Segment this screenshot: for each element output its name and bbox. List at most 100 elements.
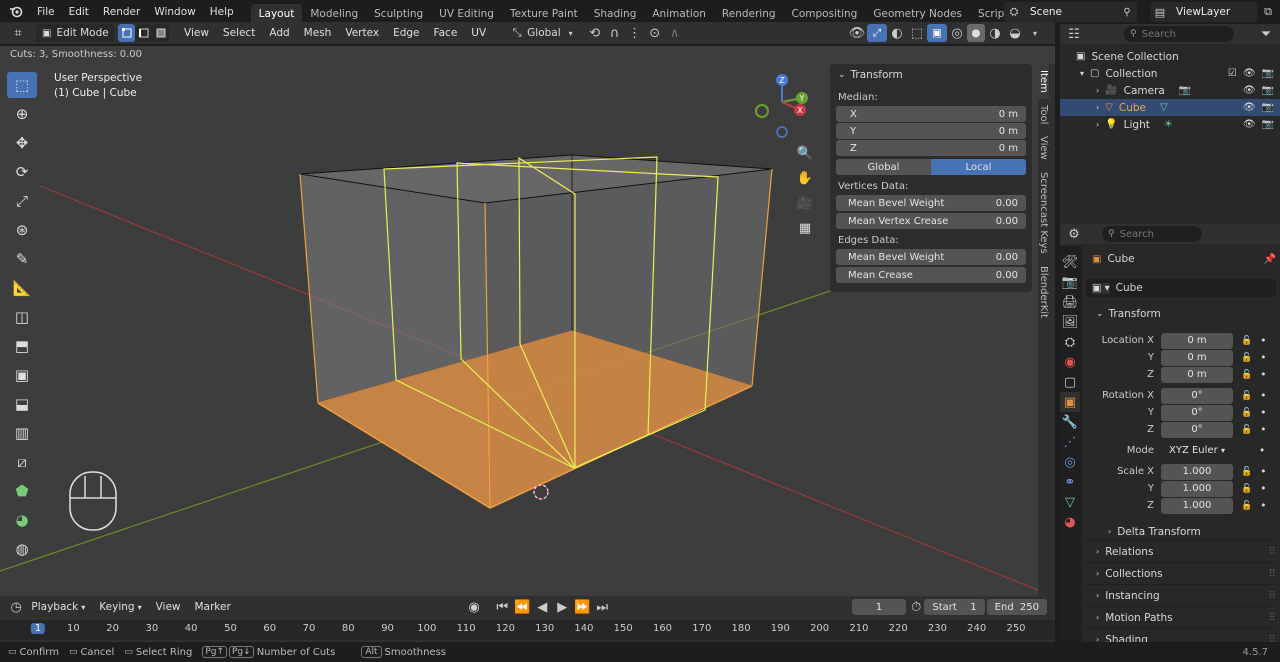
timeline-editor-icon[interactable]: ◷ (8, 597, 24, 617)
location-y-field[interactable]: 0 m (1161, 349, 1233, 366)
lock-icon[interactable]: 🔓 (1241, 336, 1252, 346)
median-z-field[interactable]: Z0 m (836, 140, 1026, 156)
median-x-field[interactable]: X0 m (836, 106, 1026, 122)
lock-icon[interactable]: 🔓 (1241, 353, 1252, 363)
outliner-search[interactable]: ⚲ Search (1124, 26, 1234, 42)
pin-icon[interactable]: 📌 (1264, 254, 1276, 265)
scale-z-field[interactable]: 1.000 (1161, 497, 1233, 514)
orientation-selector[interactable]: ⤡ Global ▾ (507, 23, 581, 43)
properties-search[interactable]: ⚲ Search (1102, 226, 1202, 242)
tab-shading[interactable]: Shading (586, 4, 645, 24)
eye-icon[interactable]: 👁 (1243, 102, 1256, 113)
jump-start-icon[interactable]: ⏮ (492, 597, 512, 617)
move-tool-icon[interactable]: ✥ (7, 130, 37, 156)
render-camera-icon[interactable]: 📷 (1262, 68, 1274, 79)
editor-type-icon[interactable]: ⌗ (8, 23, 28, 43)
falloff-icon[interactable]: ∧ (665, 23, 685, 43)
keyframe-dot-icon[interactable]: • (1260, 407, 1266, 419)
keyframe-dot-icon[interactable]: • (1260, 424, 1266, 436)
tab-blenderkit[interactable]: BlenderKit (1038, 260, 1049, 324)
play-reverse-icon[interactable]: ◀ (532, 597, 552, 617)
local-toggle[interactable]: Local (931, 159, 1026, 175)
knife-tool-icon[interactable]: ⧄ (7, 449, 37, 475)
edge-select-button[interactable] (135, 24, 152, 42)
rotation-x-field[interactable]: 0° (1161, 387, 1233, 404)
rotate-tool-icon[interactable]: ⟳ (7, 159, 37, 185)
edge-bevel-weight-field[interactable]: Mean Bevel Weight 0.00 (836, 249, 1026, 265)
edge-crease-field[interactable]: Mean Crease 0.00 (836, 267, 1026, 283)
stopwatch-icon[interactable]: ⏱ (908, 597, 924, 617)
tab-rendering[interactable]: Rendering (714, 4, 784, 24)
camera-view-icon[interactable]: 🎥 (794, 192, 816, 214)
rotation-mode-select[interactable]: XYZ Euler ▾ (1161, 442, 1233, 459)
material-shading-icon[interactable]: ◑ (985, 23, 1005, 43)
lock-icon[interactable]: 🔓 (1241, 484, 1252, 494)
tab-compositing[interactable]: Compositing (784, 4, 866, 24)
snap-target-icon[interactable]: ⋮ (625, 23, 645, 43)
timeline-keying-menu[interactable]: Keying ▾ (92, 595, 148, 619)
smooth-tool-icon[interactable]: ◍ (7, 536, 37, 562)
overlay-icon[interactable]: ◐ (887, 23, 907, 43)
scene-tab-icon[interactable]: ⛭ (1060, 332, 1080, 352)
tab-tool[interactable]: Tool (1038, 99, 1049, 130)
annotate-tool-icon[interactable]: ✎ (7, 246, 37, 272)
location-z-field[interactable]: 0 m (1161, 366, 1233, 383)
scene-collection-row[interactable]: ▣ Scene Collection (1060, 48, 1280, 65)
keyframe-dot-icon[interactable]: • (1260, 335, 1266, 347)
play-icon[interactable]: ▶ (552, 597, 572, 617)
ortho-grid-icon[interactable]: ▦ (794, 217, 816, 239)
collection-tab-icon[interactable]: ▢ (1060, 372, 1080, 392)
scale-tool-icon[interactable]: ⤢ (7, 188, 37, 214)
expand-chevron-icon[interactable]: › (1096, 103, 1099, 112)
keyframe-dot-icon[interactable]: • (1260, 466, 1266, 478)
keyframe-dot-icon[interactable]: • (1259, 445, 1265, 457)
visibility-icon[interactable]: 👁 (847, 23, 867, 43)
wireframe-shading-icon[interactable]: ◎ (947, 23, 967, 43)
transform-section-header[interactable]: ⌄ Transform (1086, 304, 1276, 324)
viewlayer-selector[interactable]: ▤ ViewLayer (1150, 2, 1258, 22)
outliner-editor-icon[interactable]: ☷ (1064, 24, 1084, 44)
tab-view[interactable]: View (1038, 130, 1049, 166)
particles-tab-icon[interactable]: ⋰ (1060, 432, 1080, 452)
object-name-field[interactable]: ▣ ▾ Cube (1086, 279, 1276, 297)
outliner-cube-row[interactable]: › ▽ Cube ▽ 👁 📷 (1060, 99, 1280, 116)
expand-chevron-icon[interactable]: › (1096, 86, 1099, 95)
rotation-y-field[interactable]: 0° (1161, 404, 1233, 421)
collection-row[interactable]: ▾ ▢ Collection ☑ 👁 📷 (1060, 65, 1280, 82)
vp-menu-select[interactable]: Select (216, 21, 262, 45)
eye-icon[interactable]: 👁 (1243, 68, 1256, 79)
vp-menu-add[interactable]: Add (262, 21, 296, 45)
constraints-tab-icon[interactable]: ⚭ (1060, 472, 1080, 492)
spin-tool-icon[interactable]: ◕ (7, 507, 37, 533)
outliner-light-row[interactable]: › 💡 Light ☀ 👁 📷 (1060, 116, 1280, 133)
jump-end-icon[interactable]: ⏭ (592, 597, 612, 617)
tab-item[interactable]: Item (1038, 64, 1049, 99)
lock-icon[interactable]: 🔓 (1241, 501, 1252, 511)
transform-panel-title[interactable]: Transform (851, 69, 903, 81)
scale-y-field[interactable]: 1.000 (1161, 480, 1233, 497)
menu-edit[interactable]: Edit (62, 0, 96, 24)
vertex-select-button[interactable] (118, 24, 135, 42)
gizmo-toggle-icon[interactable]: ⤢ (867, 24, 887, 42)
tab-texture-paint[interactable]: Texture Paint (502, 4, 586, 24)
properties-editor-icon[interactable]: ⚙ (1064, 224, 1084, 244)
modifier-tab-icon[interactable]: 🔧 (1060, 412, 1080, 432)
vp-menu-vertex[interactable]: Vertex (338, 21, 386, 45)
extrude-tool-icon[interactable]: ⬒ (7, 333, 37, 359)
vertex-crease-field[interactable]: Mean Vertex Crease 0.00 (836, 213, 1026, 229)
zoom-icon[interactable]: 🔍 (794, 142, 816, 164)
lock-icon[interactable]: 🔓 (1241, 391, 1252, 401)
render-camera-icon[interactable]: 📷 (1262, 102, 1274, 113)
scale-x-field[interactable]: 1.000 (1161, 463, 1233, 480)
lock-icon[interactable]: 🔓 (1241, 370, 1252, 380)
loop-cut-tool-icon[interactable]: ▥ (7, 420, 37, 446)
keyframe-dot-icon[interactable]: • (1260, 369, 1266, 381)
tool-tab-icon[interactable]: 🛠 (1060, 252, 1080, 272)
filter-icon[interactable]: ⏷ (1256, 24, 1276, 44)
add-cube-tool-icon[interactable]: ◫ (7, 304, 37, 330)
menu-file[interactable]: File (30, 0, 62, 24)
collapse-chevron-icon[interactable]: ⌄ (838, 70, 846, 80)
data-tab-icon[interactable]: ▽ (1060, 492, 1080, 512)
delta-transform-header[interactable]: › Delta Transform (1086, 523, 1280, 540)
vp-menu-uv[interactable]: UV (464, 21, 493, 45)
